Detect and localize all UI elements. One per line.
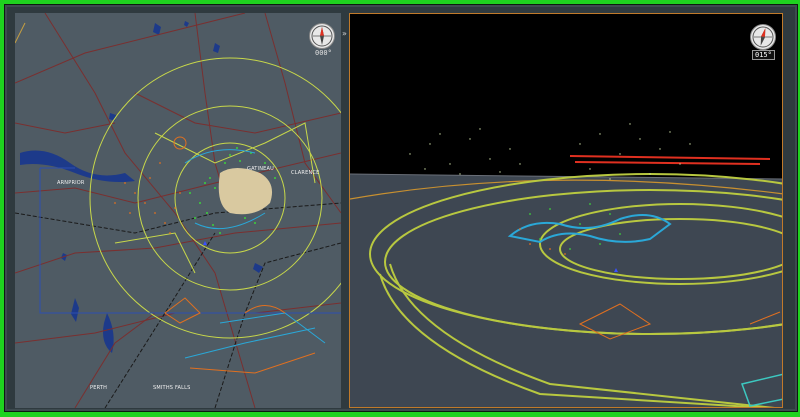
compass-rose-icon[interactable]	[750, 24, 776, 50]
place-label-clarence: CLARENCE	[291, 170, 320, 176]
place-label-perth: PERTH	[90, 385, 108, 391]
view-heading-readout: 015°	[752, 50, 775, 60]
place-label-arnprior: ARNPRIOR	[57, 180, 85, 186]
map-2d-canvas[interactable]	[15, 13, 341, 408]
red-airspace-layer	[569, 155, 771, 165]
view-3d-canvas[interactable]	[350, 14, 783, 408]
map-heading-readout: 000°	[315, 49, 332, 57]
orange-track-points	[114, 162, 181, 234]
ground-plane	[350, 174, 782, 407]
track-lines	[15, 22, 326, 374]
app-frame: ARNPRIOR PERTH SMITHS FALLS GATINEAU CLA…	[4, 4, 798, 412]
particle-cloud-left	[409, 128, 521, 175]
sector-boundary	[39, 167, 341, 314]
view-3d[interactable]: 015°	[349, 13, 783, 408]
place-label-gatineau: GATINEAU	[247, 166, 275, 172]
double-chevron-right-icon[interactable]: »	[342, 29, 347, 38]
airspace-rings	[89, 57, 341, 339]
particle-cloud-right	[579, 123, 691, 180]
rail-lines	[15, 202, 341, 408]
place-label-smiths-falls: SMITHS FALLS	[153, 385, 191, 391]
aircraft-marker	[203, 241, 207, 245]
urban-area	[218, 168, 273, 215]
compass-rose-icon[interactable]	[309, 23, 335, 49]
map-2d-view[interactable]: ARNPRIOR PERTH SMITHS FALLS GATINEAU CLA…	[15, 13, 341, 408]
